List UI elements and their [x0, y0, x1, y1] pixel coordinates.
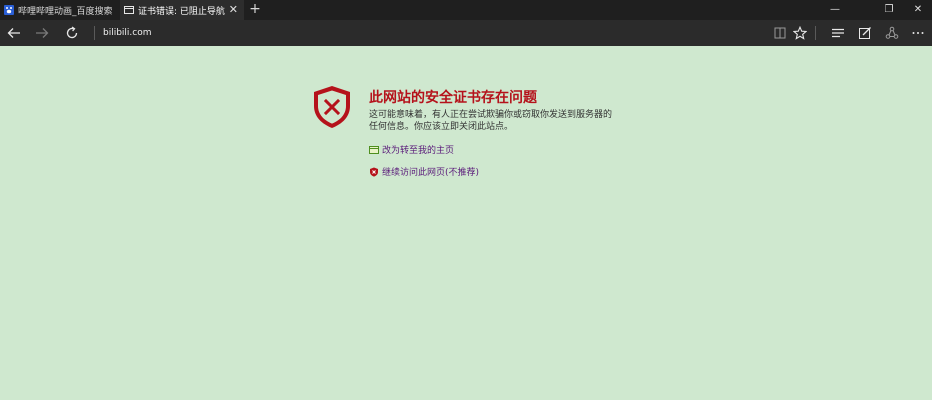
continue-to-site-link[interactable]: 继续访问此网页(不推荐)	[369, 165, 479, 178]
baidu-paw-icon	[4, 5, 14, 15]
back-arrow-icon	[7, 28, 20, 38]
restore-button[interactable]: ❐	[875, 0, 903, 20]
favorite-button[interactable]	[789, 23, 811, 43]
tab-baidu-search[interactable]: 哔哩哔哩动画_百度搜索	[0, 0, 120, 20]
nav-divider	[94, 26, 95, 40]
page-icon	[124, 5, 134, 15]
navigation-bar: bilibili.com	[0, 20, 932, 46]
continue-to-site-label: 继续访问此网页(不推荐)	[382, 168, 480, 178]
more-button[interactable]	[907, 23, 929, 43]
tab-certificate-error[interactable]: 证书错误: 已阻止导航 ✕	[120, 0, 244, 20]
shield-warning-icon	[369, 167, 379, 177]
web-note-button[interactable]	[854, 23, 876, 43]
error-description: 这可能意味着，有人正在尝试欺骗你或窃取你发送到服务器的任何信息。你应该立即关闭此…	[369, 110, 613, 132]
tab-label: 证书错误: 已阻止导航	[138, 6, 225, 17]
web-note-icon	[859, 27, 871, 39]
forward-arrow-icon	[36, 28, 49, 38]
favorite-star-icon	[792, 25, 808, 40]
address-bar[interactable]: bilibili.com	[103, 26, 152, 40]
go-to-homepage-label: 改为转至我的主页	[382, 146, 455, 156]
shield-error-icon	[310, 84, 354, 130]
share-button[interactable]	[881, 23, 903, 43]
back-button[interactable]	[3, 23, 25, 43]
reading-view-icon	[774, 27, 786, 39]
refresh-button[interactable]	[61, 23, 83, 43]
tab-bar: 哔哩哔哩动画_百度搜索 证书错误: 已阻止导航 ✕ + — ❐ ✕	[0, 0, 932, 20]
hub-button[interactable]	[827, 23, 849, 43]
share-icon	[885, 26, 899, 39]
tab-label: 哔哩哔哩动画_百度搜索	[18, 6, 113, 17]
close-window-button[interactable]: ✕	[904, 0, 932, 20]
go-to-homepage-link[interactable]: 改为转至我的主页	[369, 143, 454, 156]
more-icon	[912, 32, 924, 34]
reading-view-button[interactable]	[769, 23, 791, 43]
new-tab-button[interactable]: +	[246, 0, 264, 20]
close-tab-icon[interactable]: ✕	[229, 3, 238, 17]
forward-button[interactable]	[31, 23, 53, 43]
error-title: 此网站的安全证书存在问题	[369, 90, 537, 106]
toolbar-divider	[815, 26, 816, 40]
refresh-icon	[66, 26, 78, 39]
minimize-button[interactable]: —	[821, 0, 849, 20]
home-page-icon	[369, 145, 379, 155]
hub-icon	[832, 28, 844, 38]
